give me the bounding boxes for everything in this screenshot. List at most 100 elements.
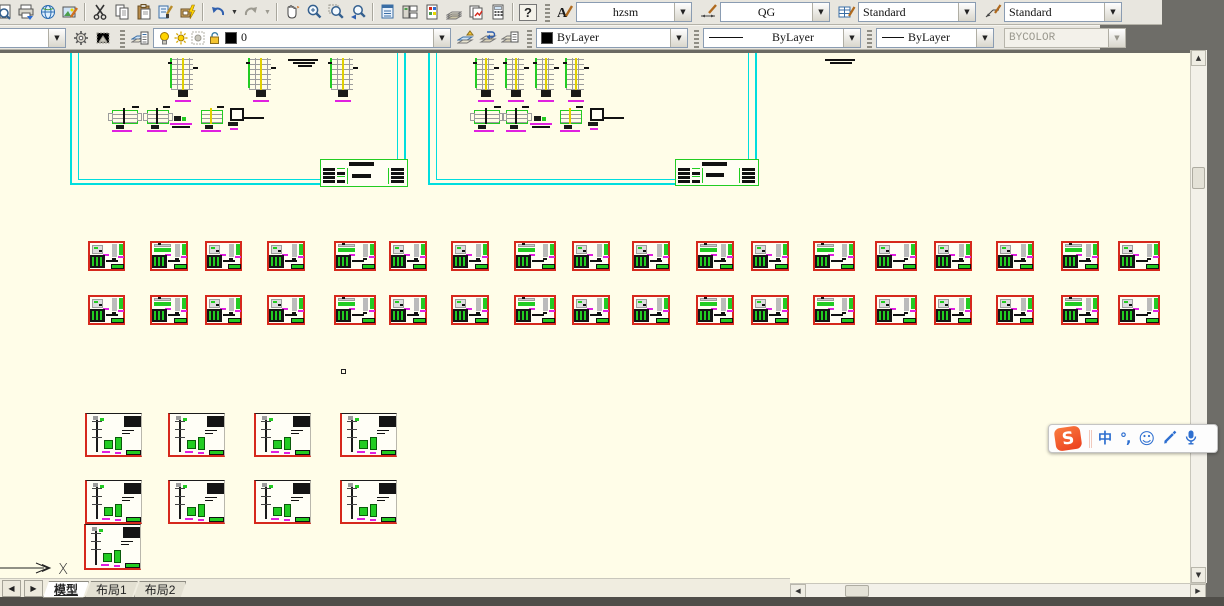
toolbar-grip[interactable] xyxy=(120,27,125,48)
scroll-left-button[interactable]: ◀ xyxy=(790,584,806,598)
sheet-thumbnail[interactable] xyxy=(632,241,670,271)
table-style-combo[interactable]: Standard ▼ xyxy=(858,2,976,22)
model-space-canvas[interactable]: X xyxy=(0,50,1190,583)
dim-style-combo[interactable]: QG ▼ xyxy=(720,2,830,22)
tab-nav-first-button[interactable]: ◀ xyxy=(2,580,21,597)
sheet-thumbnail[interactable] xyxy=(267,241,305,271)
sheet-thumbnail[interactable] xyxy=(389,241,427,271)
chevron-down-icon[interactable]: ▼ xyxy=(48,28,65,47)
layer-states-button[interactable] xyxy=(499,27,521,48)
scroll-up-button[interactable]: ▲ xyxy=(1191,50,1206,66)
sheet-thumbnail[interactable] xyxy=(267,295,305,325)
sheet-thumbnail[interactable] xyxy=(150,241,188,271)
column-detail[interactable] xyxy=(563,58,589,104)
toolbar-grip[interactable] xyxy=(867,27,872,48)
publish-button[interactable] xyxy=(37,2,59,23)
plot-preview-button[interactable] xyxy=(0,2,15,23)
mleader-style-combo[interactable]: Standard ▼ xyxy=(1004,2,1122,22)
detail-thumbnail[interactable] xyxy=(254,413,311,457)
text-style-button[interactable]: A xyxy=(554,2,576,23)
detail-thumbnail[interactable] xyxy=(254,480,311,524)
tab-layout2[interactable]: 布局2 xyxy=(134,581,187,598)
help-button[interactable]: ? xyxy=(517,2,539,23)
tab-nav-last-button[interactable]: ▶ xyxy=(24,580,43,597)
sheet-thumbnail[interactable] xyxy=(451,295,489,325)
undo-button[interactable] xyxy=(207,2,229,23)
mleader-style-button[interactable] xyxy=(982,2,1004,23)
lineweight-combo[interactable]: ByLayer ▼ xyxy=(876,27,994,48)
sheet-thumbnail[interactable] xyxy=(514,295,556,325)
chevron-down-icon[interactable]: ▼ xyxy=(843,28,860,47)
sheet-thumbnail[interactable] xyxy=(996,295,1034,325)
cut-button[interactable] xyxy=(89,2,111,23)
ime-voice-button[interactable] xyxy=(1185,430,1197,448)
sheet-thumbnail[interactable] xyxy=(934,295,972,325)
dim-style-button[interactable] xyxy=(698,2,720,23)
tool-palettes-button[interactable] xyxy=(421,2,443,23)
sheet-thumbnail[interactable] xyxy=(451,241,489,271)
ime-emoji-button[interactable]: ☺ xyxy=(1138,430,1155,447)
plot-button[interactable] xyxy=(15,2,37,23)
layer-properties-button[interactable] xyxy=(129,27,151,48)
column-detail[interactable] xyxy=(533,58,559,104)
vertical-scrollbar[interactable]: ▲ ▼ xyxy=(1190,50,1207,583)
column-detail[interactable] xyxy=(503,58,529,104)
chevron-down-icon[interactable]: ▼ xyxy=(958,3,975,21)
detail-thumbnail[interactable] xyxy=(168,413,225,457)
chevron-down-icon[interactable]: ▼ xyxy=(812,3,829,21)
designcenter-button[interactable] xyxy=(399,2,421,23)
sheet-thumbnail[interactable] xyxy=(514,241,556,271)
sheet-thumbnail[interactable] xyxy=(696,295,734,325)
detail-thumbnail[interactable] xyxy=(340,413,397,457)
detail-thumbnail[interactable] xyxy=(85,413,142,457)
pan-button[interactable] xyxy=(281,2,303,23)
column-detail[interactable] xyxy=(168,58,198,104)
sheet-thumbnail[interactable] xyxy=(1061,295,1099,325)
match-properties-button[interactable] xyxy=(155,2,177,23)
title-block[interactable] xyxy=(320,159,408,187)
footing-detail[interactable] xyxy=(228,108,264,132)
sheet-set-manager-button[interactable] xyxy=(443,2,465,23)
column-detail[interactable] xyxy=(246,58,276,104)
sheet-thumbnail[interactable] xyxy=(150,295,188,325)
ime-chinese-mode-button[interactable]: 中 xyxy=(1098,432,1112,446)
sheet-thumbnail[interactable] xyxy=(996,241,1034,271)
footing-detail[interactable] xyxy=(108,106,142,132)
column-detail[interactable] xyxy=(328,58,358,104)
layer-previous-button[interactable] xyxy=(477,27,499,48)
detail-thumbnail[interactable] xyxy=(168,480,225,524)
sheet-thumbnail[interactable] xyxy=(875,295,917,325)
toolbar-grip[interactable] xyxy=(694,27,699,48)
detail-thumbnail[interactable] xyxy=(340,480,397,524)
text-style-combo[interactable]: hzsm ▼ xyxy=(576,2,692,22)
layer-combo[interactable]: 0 ▼ xyxy=(153,27,451,48)
detail-thumbnail[interactable] xyxy=(85,480,142,524)
title-block[interactable] xyxy=(675,159,759,186)
layer-color-swatch[interactable] xyxy=(225,31,237,44)
undo-dropdown[interactable]: ▼ xyxy=(229,2,240,23)
sheet-thumbnail[interactable] xyxy=(813,295,855,325)
properties-button[interactable] xyxy=(377,2,399,23)
chevron-down-icon[interactable]: ▼ xyxy=(674,3,691,21)
workspace-settings-button[interactable] xyxy=(70,27,92,48)
sheet-thumbnail[interactable] xyxy=(88,295,125,325)
layer-thaw-sun-icon[interactable] xyxy=(174,31,188,45)
ime-punctuation-button[interactable]: °, xyxy=(1120,432,1131,446)
markup-set-manager-button[interactable] xyxy=(465,2,487,23)
detail-thumbnail[interactable] xyxy=(84,524,141,570)
chevron-down-icon[interactable]: ▼ xyxy=(433,28,450,47)
make-object-layer-current-button[interactable] xyxy=(455,27,477,48)
scroll-right-button[interactable]: ▶ xyxy=(1190,584,1206,598)
horizontal-scroll-thumb[interactable] xyxy=(845,585,869,597)
chevron-down-icon[interactable]: ▼ xyxy=(670,28,687,47)
sheet-thumbnail[interactable] xyxy=(88,241,125,271)
chevron-down-icon[interactable]: ▼ xyxy=(976,28,993,47)
sheet-thumbnail[interactable] xyxy=(696,241,734,271)
layer-on-bulb-icon[interactable] xyxy=(158,31,171,45)
footing-detail[interactable] xyxy=(470,106,504,132)
sheet-thumbnail[interactable] xyxy=(751,241,789,271)
scroll-down-button[interactable]: ▼ xyxy=(1191,567,1206,583)
copy-button[interactable] xyxy=(111,2,133,23)
linetype-combo[interactable]: ByLayer ▼ xyxy=(703,27,861,48)
column-detail[interactable] xyxy=(473,58,499,104)
